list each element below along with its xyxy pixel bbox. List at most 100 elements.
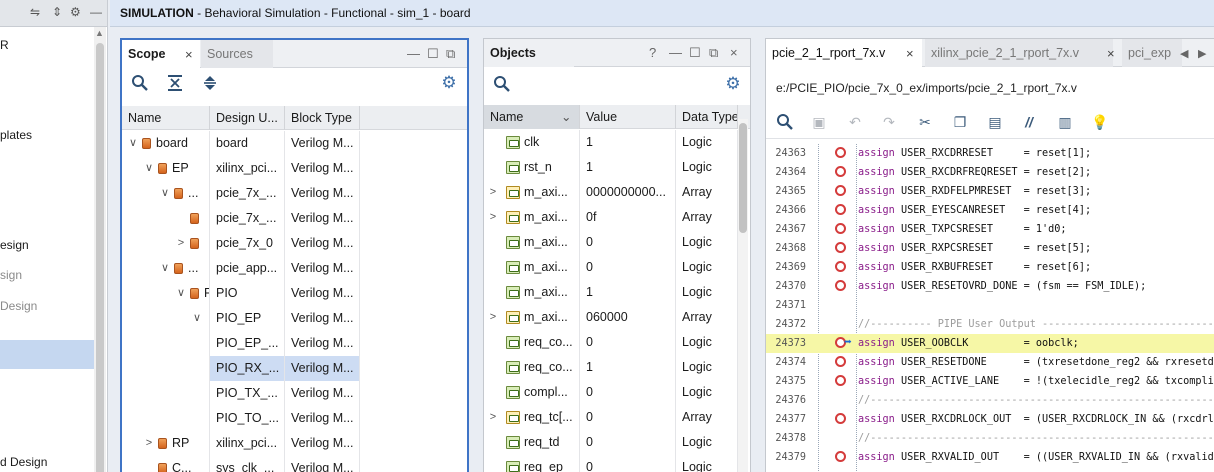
code-editor[interactable]: 24363 assign USER_RXCDRRESET = reset[1]; 2… <box>766 144 1214 472</box>
chevron-right-icon[interactable]: > <box>488 205 498 230</box>
code-line[interactable]: 24369 assign USER_RXBUFRESET = reset[6]; <box>766 258 1214 277</box>
table-row[interactable]: ∨... pcie_app... Verilog M... <box>122 256 467 281</box>
code-line[interactable]: 24376 //---------------------------------… <box>766 391 1214 410</box>
flow-navigator-selected-item[interactable] <box>0 340 94 369</box>
search-icon[interactable] <box>493 75 511 93</box>
code-line[interactable]: 24368 assign USER_RXPCSRESET = reset[5]; <box>766 239 1214 258</box>
column-header-design-unit[interactable]: Design U... <box>210 106 285 130</box>
flow-navigator-item[interactable]: R <box>0 38 9 52</box>
code-line[interactable]: 24364 assign USER_RXCDRFREQRESET = reset[… <box>766 163 1214 182</box>
sort-chevron-icon[interactable]: ⌄ <box>561 105 571 129</box>
redo-icon[interactable]: ↷ <box>880 113 898 131</box>
breakpoint-icon[interactable] <box>835 451 846 462</box>
tab-sources[interactable]: Sources <box>201 40 273 68</box>
table-row[interactable]: > pcie_7x_0 Verilog M... <box>122 231 467 256</box>
table-row[interactable]: m_axi... 0 Logic <box>484 230 750 255</box>
chevron-down-icon[interactable]: ∨ <box>128 131 138 156</box>
paste-icon[interactable]: ▤ <box>986 113 1004 131</box>
chevron-right-icon[interactable]: > <box>176 231 186 256</box>
chevron-down-icon[interactable]: ∨ <box>160 256 170 281</box>
breakpoint-icon[interactable] <box>835 166 846 177</box>
code-line[interactable]: 24377 assign USER_RXCDRLOCK_OUT = (USER_R… <box>766 410 1214 429</box>
tab-xilinx-pcie-rport[interactable]: xilinx_pcie_2_1_rport_7x.v <box>925 39 1113 67</box>
tab-pcie-rport[interactable]: pcie_2_1_rport_7x.v <box>766 39 922 67</box>
expand-icon[interactable]: ⇕ <box>52 5 62 19</box>
column-header-block-type[interactable]: Block Type <box>285 106 360 130</box>
table-row[interactable]: m_axi... 1 Logic <box>484 280 750 305</box>
code-line[interactable]: 24374 assign USER_RESETDONE = (txresetdon… <box>766 353 1214 372</box>
breakpoint-icon[interactable] <box>835 242 846 253</box>
columns-icon[interactable]: ▥ <box>1056 113 1074 131</box>
close-tab-icon[interactable]: × <box>1107 46 1115 61</box>
table-row[interactable]: > m_axi... 0f Array <box>484 205 750 230</box>
table-row[interactable]: req_td 0 Logic <box>484 430 750 455</box>
lightbulb-icon[interactable]: 💡 <box>1091 113 1109 131</box>
table-row[interactable]: ∨... pcie_7x_... Verilog M... <box>122 181 467 206</box>
collapse-all-icon[interactable]: ⇋ <box>30 5 40 19</box>
breakpoint-icon[interactable] <box>835 280 846 291</box>
minimize-panel-icon[interactable]: — <box>669 45 682 60</box>
search-icon[interactable] <box>131 74 149 92</box>
code-line[interactable]: 24372 //---------- PIPE User Output -----… <box>766 315 1214 334</box>
collapse-all-icon[interactable] <box>166 74 184 92</box>
code-line[interactable]: 24365 assign USER_RXDFELPMRESET = reset[3… <box>766 182 1214 201</box>
flow-navigator-item[interactable]: Design <box>0 299 37 313</box>
column-header-name[interactable]: Name <box>122 106 210 130</box>
flow-navigator-item[interactable]: sign <box>0 268 22 282</box>
breakpoint-icon[interactable] <box>835 356 846 367</box>
table-row[interactable]: PIO_RX_... Verilog M... <box>122 356 467 381</box>
table-row[interactable]: ∨ EP xilinx_pci... Verilog M... <box>122 156 467 181</box>
code-line[interactable]: 24363 assign USER_RXCDRRESET = reset[1]; <box>766 144 1214 163</box>
scroll-up-arrow-icon[interactable]: ▲ <box>95 28 104 38</box>
scrollbar-thumb[interactable] <box>96 43 104 472</box>
gear-icon[interactable]: ⚙ <box>724 75 742 93</box>
code-line[interactable]: 24373 ➡ assign USER_OOBCLK = oobclk; <box>766 334 1214 353</box>
code-line[interactable]: 24378 //---------------------------------… <box>766 429 1214 448</box>
expand-all-icon[interactable] <box>201 74 219 92</box>
maximize-panel-icon[interactable]: ☐ <box>689 45 701 61</box>
chevron-down-icon[interactable]: ∨ <box>176 281 186 306</box>
table-row[interactable]: ∨ board board Verilog M... <box>122 131 467 156</box>
table-row[interactable]: rst_n 1 Logic <box>484 155 750 180</box>
breakpoint-icon[interactable] <box>835 261 846 272</box>
table-row[interactable]: > RP xilinx_pci... Verilog M... <box>122 431 467 456</box>
column-header-data-type[interactable]: Data Type <box>676 105 738 129</box>
chevron-right-icon[interactable]: > <box>144 431 154 456</box>
chevron-right-icon[interactable]: > <box>488 180 498 205</box>
code-line[interactable]: 24375 assign USER_ACTIVE_LANE = !(txeleci… <box>766 372 1214 391</box>
column-header-name[interactable]: Name ⌄ <box>484 105 580 129</box>
scrollbar-thumb[interactable] <box>739 123 747 233</box>
close-scope-tab-icon[interactable]: × <box>185 47 193 62</box>
column-header-value[interactable]: Value <box>580 105 676 129</box>
table-row[interactable]: clk 1 Logic <box>484 130 750 155</box>
table-row[interactable]: PIO_TO_... Verilog M... <box>122 406 467 431</box>
table-row[interactable]: > m_axi... 060000 Array <box>484 305 750 330</box>
code-line[interactable]: 24370 assign USER_RESETOVRD_DONE = (fsm =… <box>766 277 1214 296</box>
close-tab-icon[interactable]: × <box>906 46 914 61</box>
flow-navigator-item[interactable]: plates <box>0 128 32 142</box>
table-row[interactable]: ∨ PIO_EP Verilog M... <box>122 306 467 331</box>
save-icon[interactable]: ▣ <box>810 113 828 131</box>
breakpoint-icon[interactable] <box>835 223 846 234</box>
undo-icon[interactable]: ↶ <box>846 113 864 131</box>
table-row[interactable]: PIO_TX_... Verilog M... <box>122 381 467 406</box>
code-line[interactable]: 24379 assign USER_RXVALID_OUT = ((USER_RX… <box>766 448 1214 467</box>
table-row[interactable]: m_axi... 0 Logic <box>484 255 750 280</box>
breakpoint-icon[interactable] <box>835 413 846 424</box>
cut-icon[interactable]: ✂ <box>916 113 934 131</box>
flow-navigator-item[interactable]: esign <box>0 238 29 252</box>
chevron-down-icon[interactable]: ∨ <box>192 306 202 331</box>
flow-navigator-scrollbar[interactable]: ▲ <box>94 27 106 472</box>
minimize-icon[interactable]: — <box>90 5 102 19</box>
table-row[interactable]: req_ep 0 Logic <box>484 455 750 472</box>
table-row[interactable]: pcie_7x_... Verilog M... <box>122 206 467 231</box>
help-icon[interactable]: ? <box>649 45 656 60</box>
table-row[interactable]: req_co... 1 Logic <box>484 355 750 380</box>
breakpoint-icon[interactable] <box>835 147 846 158</box>
table-row[interactable]: req_co... 0 Logic <box>484 330 750 355</box>
table-row[interactable]: > m_axi... 0000000000... Array <box>484 180 750 205</box>
table-row[interactable]: C... sys_clk_... Verilog M... <box>122 456 467 472</box>
chevron-down-icon[interactable]: ∨ <box>144 156 154 181</box>
tab-objects[interactable]: Objects <box>484 39 574 67</box>
settings-small-icon[interactable]: ⚙ <box>70 5 81 19</box>
